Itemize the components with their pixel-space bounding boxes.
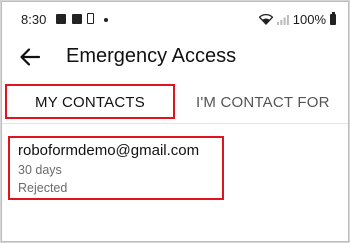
page-title: Emergency Access — [66, 45, 237, 67]
status-right-group: 100% — [258, 12, 336, 27]
signal-icon — [276, 15, 289, 25]
status-time: 8:30 — [21, 12, 47, 27]
app-bar: Emergency Access — [2, 36, 348, 80]
battery-icon — [330, 12, 336, 25]
contact-status: Rejected — [18, 181, 68, 195]
tab-bar: MY CONTACTS I'M CONTACT FOR — [2, 84, 348, 124]
sim-icon — [87, 13, 94, 24]
screen: 8:30 100% Emergency Access MY CONTACTS I… — [1, 1, 349, 242]
tab-my-contacts[interactable]: MY CONTACTS — [5, 84, 175, 120]
contact-email: roboformdemo@gmail.com — [18, 142, 200, 159]
battery-percent: 100% — [292, 12, 326, 27]
mail-icon — [72, 14, 82, 24]
wifi-icon — [258, 14, 273, 25]
tab-im-contact-for-label: I'M CONTACT FOR — [196, 93, 330, 111]
contact-wait-period: 30 days — [18, 163, 62, 177]
gallery-icon — [56, 14, 66, 24]
tab-divider — [2, 123, 348, 124]
contact-list-item[interactable]: roboformdemo@gmail.com 30 days Rejected — [8, 136, 224, 200]
tab-my-contacts-label: MY CONTACTS — [35, 93, 145, 111]
arrow-left-icon[interactable] — [19, 46, 41, 68]
status-bar: 8:30 100% — [2, 2, 348, 36]
tab-im-contact-for[interactable]: I'M CONTACT FOR — [187, 84, 348, 120]
notification-dot-icon — [104, 18, 108, 22]
